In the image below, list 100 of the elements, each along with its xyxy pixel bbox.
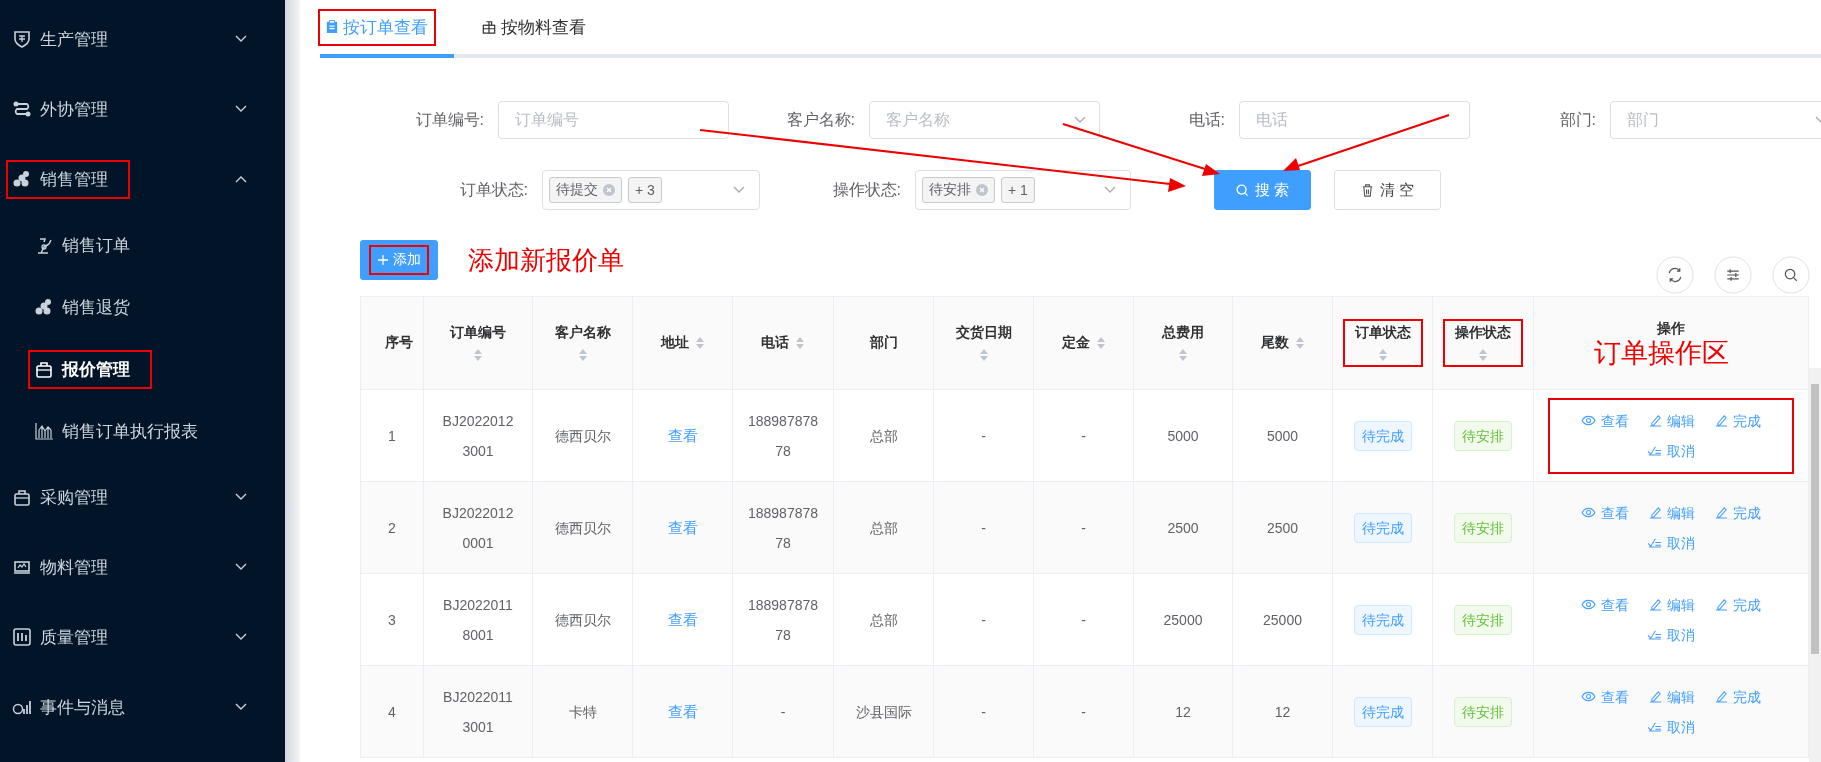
- action-link[interactable]: 完成: [1715, 497, 1761, 528]
- column-header: 电话: [732, 296, 834, 390]
- status-tag: 待安排: [1454, 420, 1512, 451]
- table-cell: 5000: [1232, 389, 1333, 482]
- sort-icon[interactable]: [795, 336, 805, 350]
- action-link[interactable]: 取消: [1647, 435, 1695, 466]
- table-cell: 4: [360, 665, 424, 758]
- close-icon[interactable]: [603, 184, 615, 196]
- view-tab[interactable]: 按订单查看: [320, 0, 454, 58]
- sort-icon[interactable]: [1478, 348, 1488, 362]
- table-cell: 德西贝尔: [532, 573, 633, 666]
- action-link[interactable]: 取消: [1647, 711, 1695, 742]
- action-link[interactable]: 查看: [1581, 405, 1629, 436]
- sort-icon[interactable]: [694, 336, 705, 350]
- table-cell: 18898787878: [732, 573, 834, 666]
- table-cell: 卡特: [532, 665, 633, 758]
- action-link[interactable]: 编辑: [1649, 589, 1695, 620]
- table-cell: BJ20220113001: [423, 665, 533, 758]
- column-header: 尾数: [1232, 296, 1333, 390]
- shield-icon: [12, 29, 32, 49]
- clear-button[interactable]: 清 空: [1334, 170, 1441, 210]
- menu-item[interactable]: 质量管理: [0, 602, 285, 672]
- sort-icon[interactable]: [978, 348, 989, 362]
- status-tag: 待完成: [1353, 696, 1412, 727]
- action-link[interactable]: 取消: [1647, 619, 1695, 650]
- table-cell: 3: [360, 573, 424, 666]
- sort-icon[interactable]: [1178, 348, 1188, 362]
- trash-icon: [1360, 183, 1374, 197]
- select-field[interactable]: 部门: [1610, 101, 1821, 139]
- table-cell: 5000: [1133, 389, 1233, 482]
- pencil-icon: [1715, 598, 1728, 611]
- view-address-link[interactable]: 查看: [662, 512, 703, 543]
- chevron-icon: [235, 703, 247, 711]
- table-cell: 沙县国际: [833, 665, 934, 758]
- close-icon[interactable]: [976, 184, 988, 196]
- table-cell: 18898787878: [732, 481, 834, 574]
- menu-label: 采购管理: [40, 486, 108, 509]
- pencil-icon: [1649, 506, 1662, 519]
- table-cell: 18898787878: [732, 389, 834, 482]
- sort-icon[interactable]: [1095, 336, 1106, 350]
- action-link[interactable]: 编辑: [1649, 405, 1695, 436]
- bag-icon: [34, 359, 54, 379]
- view-address-link[interactable]: 查看: [662, 604, 703, 635]
- eye-icon: [1581, 507, 1596, 518]
- menu-item[interactable]: 物料管理: [0, 532, 285, 602]
- column-header: 客户名称: [532, 296, 633, 390]
- action-link[interactable]: 查看: [1581, 681, 1629, 712]
- chevron-icon: [235, 35, 247, 43]
- submenu-item[interactable]: 销售退货: [0, 276, 285, 338]
- settings-icon[interactable]: [1714, 256, 1752, 294]
- sort-icon[interactable]: [1294, 336, 1305, 350]
- multi-select-field[interactable]: 待提交 + 3: [542, 170, 760, 210]
- menu-item[interactable]: 生产管理: [0, 4, 285, 74]
- table-cell: 25000: [1232, 573, 1333, 666]
- selected-tag: + 3: [628, 177, 662, 203]
- search-icon[interactable]: [1772, 256, 1810, 294]
- menu-item[interactable]: 事件与消息: [0, 672, 285, 742]
- action-link[interactable]: 完成: [1715, 405, 1761, 436]
- chevron-icon: [235, 563, 247, 571]
- action-link[interactable]: 完成: [1715, 589, 1761, 620]
- select-field[interactable]: 客户名称: [869, 101, 1100, 139]
- submenu-item[interactable]: 销售订单执行报表: [0, 400, 285, 462]
- menu-item[interactable]: 采购管理: [0, 462, 285, 532]
- action-link[interactable]: 编辑: [1649, 681, 1695, 712]
- search-button[interactable]: 搜 索: [1214, 170, 1311, 210]
- submenu-item[interactable]: 销售订单: [0, 214, 285, 276]
- sort-icon[interactable]: [473, 348, 483, 362]
- view-address-link[interactable]: 查看: [662, 420, 703, 451]
- scrollbar[interactable]: [1809, 368, 1821, 762]
- table-cell: 总部: [833, 389, 934, 482]
- multi-select-field[interactable]: 待安排 + 1: [915, 170, 1131, 210]
- refresh-icon[interactable]: [1656, 256, 1694, 294]
- action-link[interactable]: 编辑: [1649, 497, 1695, 528]
- view-tab[interactable]: 按物料查看: [454, 0, 612, 58]
- menu-label: 事件与消息: [40, 696, 125, 719]
- table-cell: 2500: [1232, 481, 1333, 574]
- action-link[interactable]: 查看: [1581, 497, 1629, 528]
- table-cell: 1: [360, 389, 424, 482]
- status-tag: 待完成: [1353, 604, 1412, 635]
- input-field[interactable]: 订单编号: [498, 101, 729, 139]
- rolls-icon: [34, 297, 54, 317]
- submenu-item[interactable]: 报价管理: [0, 338, 285, 400]
- action-link[interactable]: 查看: [1581, 589, 1629, 620]
- add-button[interactable]: 添加: [360, 240, 438, 280]
- sort-icon[interactable]: [577, 348, 588, 362]
- table-cell: BJ20220120001: [423, 481, 533, 574]
- action-link[interactable]: 完成: [1715, 681, 1761, 712]
- action-link[interactable]: 取消: [1647, 527, 1695, 558]
- pencil-icon: [1649, 414, 1662, 427]
- column-header: 操作状态: [1432, 296, 1534, 390]
- pencil-icon: [1649, 598, 1662, 611]
- view-address-link[interactable]: 查看: [662, 696, 703, 727]
- sort-icon[interactable]: [1377, 348, 1388, 362]
- menu-item[interactable]: 外协管理: [0, 74, 285, 144]
- table-cell: 25000: [1133, 573, 1233, 666]
- menu-item[interactable]: 销售管理: [0, 144, 285, 214]
- input-field[interactable]: 电话: [1239, 101, 1470, 139]
- bars-icon: [12, 627, 32, 647]
- eye-icon: [1581, 691, 1596, 702]
- field-label: 订单状态:: [458, 179, 529, 200]
